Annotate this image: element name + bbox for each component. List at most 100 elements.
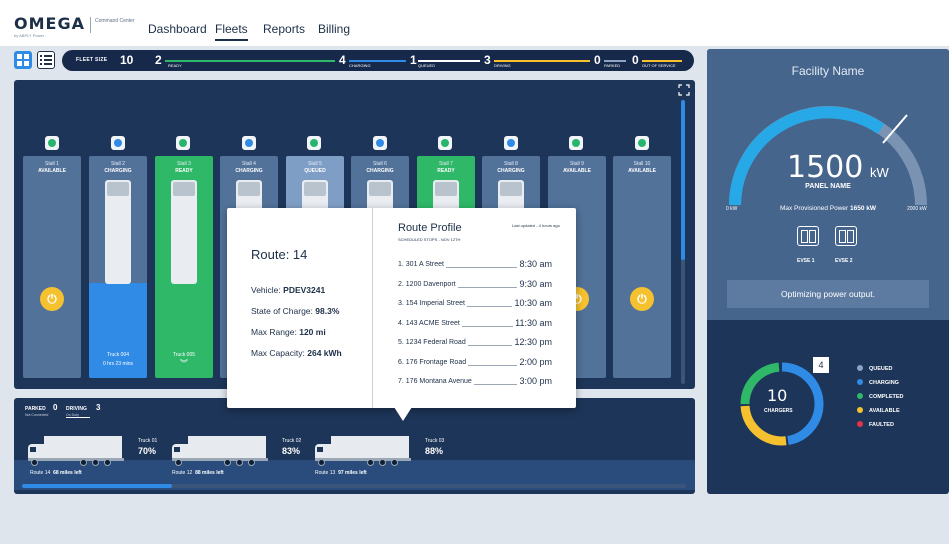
stall-status: QUEUED xyxy=(304,168,326,174)
driving-label: DRIVING xyxy=(494,63,511,68)
range-value: 120 mi xyxy=(299,327,326,337)
evse-1-icon[interactable] xyxy=(797,226,819,246)
stall-title: Stall 1 xyxy=(45,161,59,167)
parked-tab-count: 0 xyxy=(53,403,58,412)
fleet-size-value: 10 xyxy=(120,53,134,67)
stall-card-2[interactable]: Stall 2 CHARGING Truck 004 0 hrs 23 mins xyxy=(89,156,147,378)
stall-title: Stall 10 xyxy=(633,161,651,167)
list-icon xyxy=(40,55,52,65)
nav-dashboard[interactable]: Dashboard xyxy=(148,22,207,36)
optimization-message: Optimizing power output. xyxy=(727,280,929,308)
stall-9-indicator xyxy=(569,136,583,150)
plug-icon: ⏻ xyxy=(630,287,654,311)
stall-6-indicator xyxy=(373,136,387,150)
evse-2-icon[interactable] xyxy=(835,226,857,246)
expand-icon[interactable] xyxy=(678,84,690,96)
legend-charging: CHARGING xyxy=(857,379,899,386)
truck-charge: 70% xyxy=(138,446,157,456)
parked-line xyxy=(604,60,626,62)
scrollbar-thumb[interactable] xyxy=(22,484,172,488)
stall-status: READY xyxy=(437,168,455,174)
stall-title: Stall 5 xyxy=(308,161,322,167)
stall-title: Stall 8 xyxy=(504,161,518,167)
ready-line xyxy=(165,60,335,62)
vertical-scrollbar[interactable] xyxy=(681,100,685,384)
stall-title: Stall 4 xyxy=(242,161,256,167)
popover-arrow xyxy=(394,407,412,421)
stall-title: Stall 7 xyxy=(439,161,453,167)
stop-row: 1. 301 A Street 8:30 am xyxy=(398,259,552,269)
queued-label: QUEUED xyxy=(418,63,436,68)
stall-card-3[interactable]: Stall 3 READY Truck 005 ︾ xyxy=(155,156,213,378)
stall-8-indicator xyxy=(504,136,518,150)
nav-reports[interactable]: Reports xyxy=(263,22,305,36)
charge-time-remaining: 0 hrs 23 mins xyxy=(102,361,133,367)
truck-side-icon[interactable] xyxy=(162,436,282,468)
evse-1-label: EVSE 1 xyxy=(797,258,815,264)
plug-icon: ⏻ xyxy=(40,287,64,311)
stall-3-indicator xyxy=(176,136,190,150)
stall-card-10[interactable]: Stall 10 AVAILABLE ⏻ xyxy=(613,156,671,378)
chevron-down-icon[interactable]: ︾ xyxy=(155,358,213,369)
stall-status: CHARGING xyxy=(104,168,132,174)
driving-tab[interactable]: DRIVING xyxy=(66,406,87,412)
truck-route: Route 13 97 miles left xyxy=(315,470,367,476)
power-value: 1500 xyxy=(787,150,864,185)
truck-side-icon[interactable] xyxy=(305,436,425,468)
truck-side-icon[interactable] xyxy=(18,436,138,468)
grid-icon xyxy=(17,54,29,66)
stop-row: 5. 1234 Federal Road 12:30 pm xyxy=(398,337,552,347)
truck-charge: 88% xyxy=(425,446,444,456)
vehicle-value: PDEV3241 xyxy=(283,285,326,295)
scheduled-stops-label: SCHEDULED STOPS - Nov 12th xyxy=(398,237,461,242)
queued-badge: 4 xyxy=(813,357,829,373)
queued-line xyxy=(418,60,480,62)
charging-label: CHARGING xyxy=(349,63,371,68)
vehicle-row: Vehicle: PDEV3241 xyxy=(251,285,326,295)
stall-card-1[interactable]: Stall 1 AVAILABLE ⏻ xyxy=(23,156,81,378)
route-summary: Route: 14 Vehicle: PDEV3241 State of Cha… xyxy=(227,208,373,408)
driving-line xyxy=(494,60,590,62)
chargers-count: 10 xyxy=(767,386,788,405)
stall-status: AVAILABLE xyxy=(628,168,656,174)
parked-tab[interactable]: PARKED xyxy=(25,406,46,412)
out-of-service-line xyxy=(642,60,682,62)
stop-row: 2. 1200 Davenport 9:30 am xyxy=(398,279,552,289)
horizontal-scrollbar[interactable] xyxy=(22,484,686,488)
top-bar: OMEGA by ABPLY Power Command Center Dash… xyxy=(0,0,949,46)
legend-queued: QUEUED xyxy=(857,365,893,372)
soc-value: 98.3% xyxy=(315,306,340,316)
queued-count: 1 xyxy=(410,53,417,67)
charging-line xyxy=(349,60,406,62)
parked-tab-sub: Not Connected xyxy=(25,413,49,417)
out-of-service-count: 0 xyxy=(632,53,639,67)
facility-power-section: Facility Name 1500 kW PANEL NAME 0 kW Ma… xyxy=(707,49,949,320)
route-profile-title: Route Profile xyxy=(398,222,462,234)
stall-title: Stall 3 xyxy=(177,161,191,167)
nav-fleets[interactable]: Fleets xyxy=(215,22,248,41)
scrollbar-thumb[interactable] xyxy=(681,100,685,260)
nav-billing[interactable]: Billing xyxy=(318,22,350,36)
stall-title: Stall 9 xyxy=(570,161,584,167)
stall-status: READY xyxy=(175,168,193,174)
stall-7-indicator xyxy=(438,136,452,150)
driving-tab-count: 3 xyxy=(96,403,101,412)
panel-name: PANEL NAME xyxy=(805,183,851,190)
list-view-button[interactable] xyxy=(37,51,55,69)
capacity-value: 264 kWh xyxy=(307,348,342,358)
legend-available: AVAILABLE xyxy=(857,407,900,414)
truck-name: Truck 01 xyxy=(138,438,158,444)
stall-status: AVAILABLE xyxy=(38,168,66,174)
truck-icon xyxy=(171,180,197,284)
parked-label: PARKED xyxy=(604,63,621,68)
charging-count: 4 xyxy=(339,53,346,67)
route-title: Route: 14 xyxy=(251,247,308,262)
last-updated: Last updated - 4 hours ago xyxy=(512,223,560,228)
app-logo[interactable]: OMEGA xyxy=(14,14,85,33)
stall-status: CHARGING xyxy=(235,168,263,174)
logo-divider xyxy=(90,17,91,33)
legend-faulted: FAULTED xyxy=(857,421,894,428)
grid-view-button[interactable] xyxy=(14,51,32,69)
truck-name: Truck 03 xyxy=(425,438,445,444)
out-of-service-label: OUT OF SERVICE xyxy=(642,63,676,68)
